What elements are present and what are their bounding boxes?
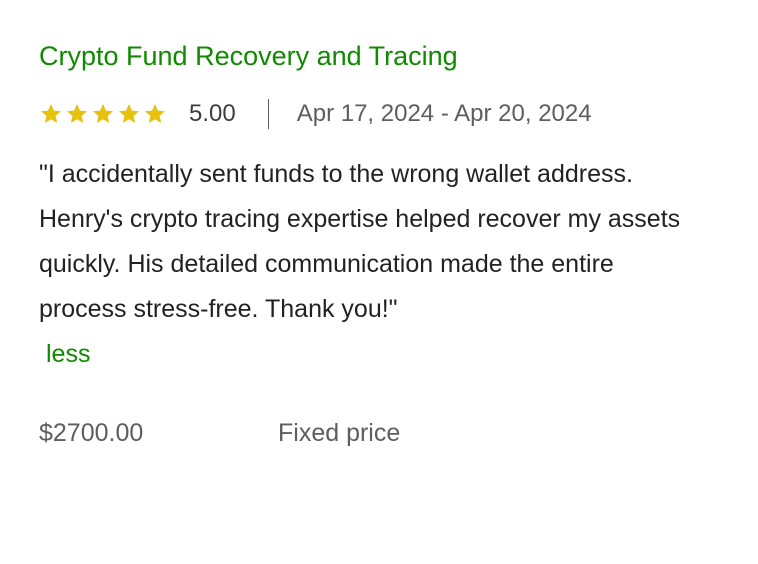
star-icon	[91, 103, 115, 125]
star-icon	[65, 103, 89, 125]
star-icon	[143, 103, 167, 125]
price-type: Fixed price	[278, 419, 401, 447]
job-title-link[interactable]: Crypto Fund Recovery and Tracing	[39, 38, 458, 74]
price-row: $2700.00 Fixed price	[39, 419, 719, 448]
rating-value: 5.00	[189, 100, 236, 127]
star-rating	[39, 103, 167, 125]
date-range: Apr 17, 2024 - Apr 20, 2024	[296, 100, 592, 127]
star-icon	[117, 103, 141, 125]
show-less-link[interactable]: less	[46, 332, 90, 377]
star-icon	[39, 103, 63, 125]
meta-divider	[267, 99, 269, 129]
review-card: Crypto Fund Recovery and Tracing 5.00 Ap…	[39, 38, 719, 448]
review-text: "I accidentally sent funds to the wrong …	[39, 160, 681, 323]
review-meta: 5.00 Apr 17, 2024 - Apr 20, 2024	[39, 98, 719, 130]
price-amount: $2700.00	[39, 419, 144, 447]
